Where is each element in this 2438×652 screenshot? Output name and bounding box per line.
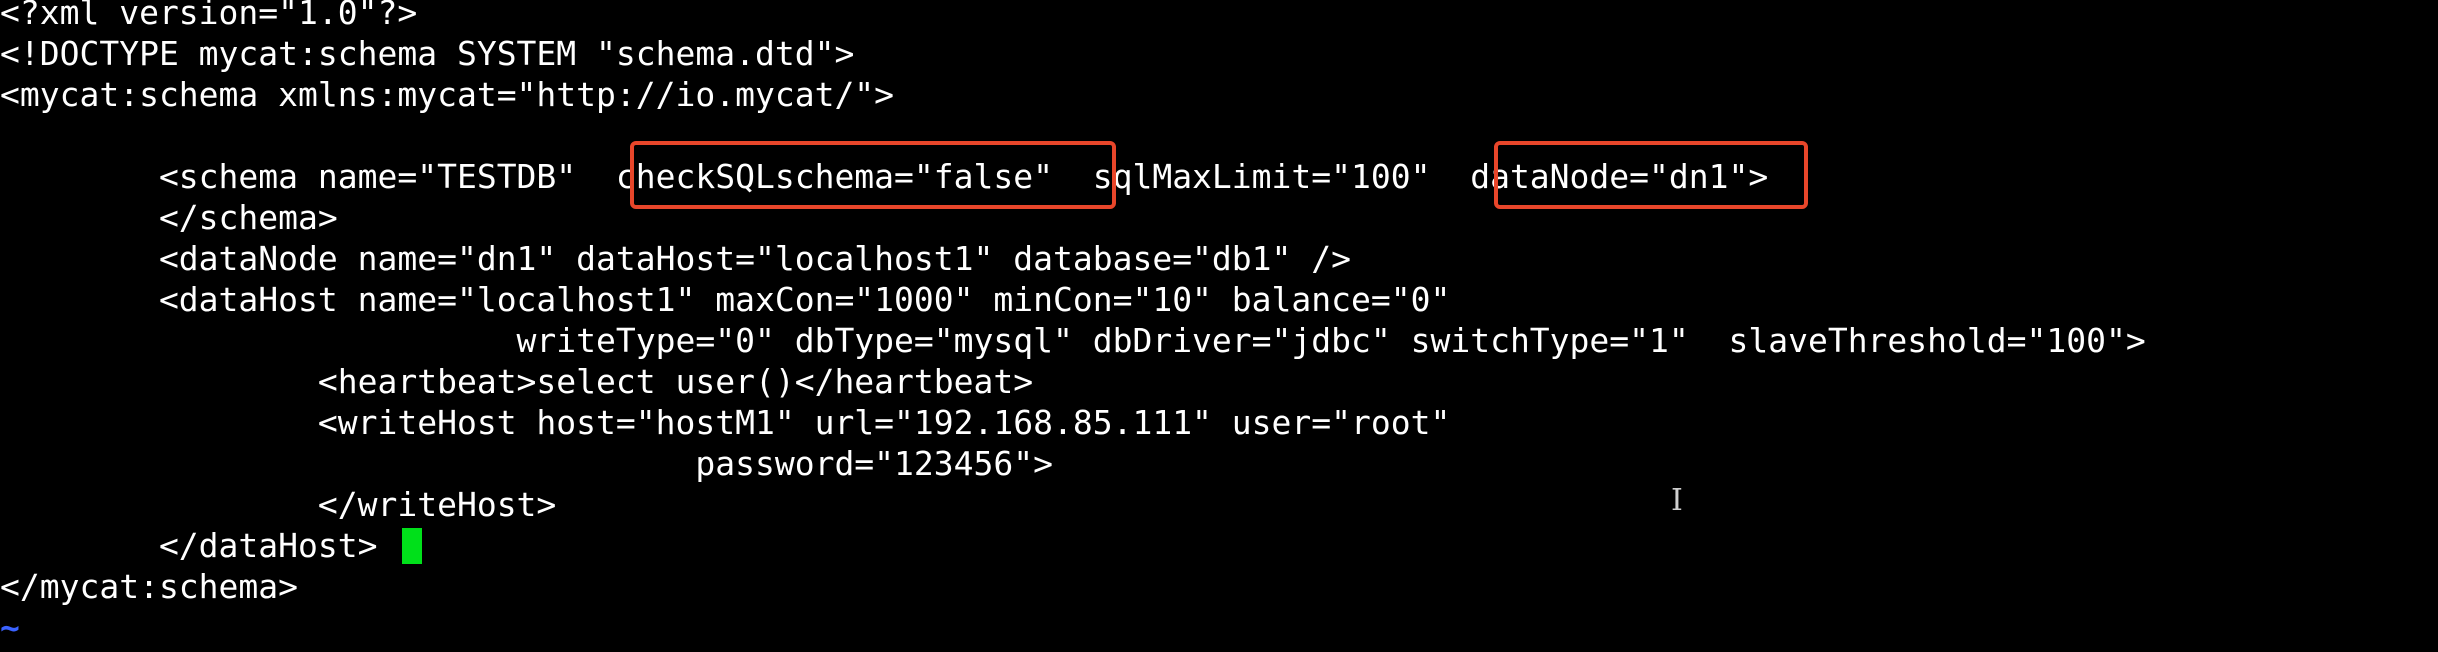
editor-line-11[interactable]: <writeHost host="hostM1" url="192.168.85… [0, 402, 1450, 443]
editor-line-15[interactable]: </mycat:schema> [0, 566, 298, 607]
annotation-box-checksqlschema [630, 141, 1116, 209]
editor-line-14[interactable]: </dataHost> [0, 525, 378, 566]
editor-line-9[interactable]: writeType="0" dbType="mysql" dbDriver="j… [0, 320, 2146, 361]
editor-line-8[interactable]: <dataHost name="localhost1" maxCon="1000… [0, 279, 1450, 320]
editor-line-7[interactable]: <dataNode name="dn1" dataHost="localhost… [0, 238, 1351, 279]
editor-line-2[interactable]: <!DOCTYPE mycat:schema SYSTEM "schema.dt… [0, 33, 854, 74]
editor-line-1[interactable]: <?xml version="1.0"?> [0, 0, 417, 33]
editor-line-6[interactable]: </schema> [0, 197, 338, 238]
annotation-box-datanode [1494, 141, 1808, 209]
editor-line-12[interactable]: password="123456"> [0, 443, 1053, 484]
terminal-window[interactable]: <?xml version="1.0"?> <!DOCTYPE mycat:sc… [0, 0, 2438, 652]
mouse-ibeam-icon: I [1671, 483, 1683, 518]
text-cursor [402, 528, 422, 564]
editor-line-3[interactable]: <mycat:schema xmlns:mycat="http://io.myc… [0, 74, 894, 115]
empty-line-marker: ~ [0, 608, 20, 647]
editor-line-10[interactable]: <heartbeat>select user()</heartbeat> [0, 361, 1033, 402]
editor-line-13[interactable]: </writeHost> [0, 484, 556, 525]
